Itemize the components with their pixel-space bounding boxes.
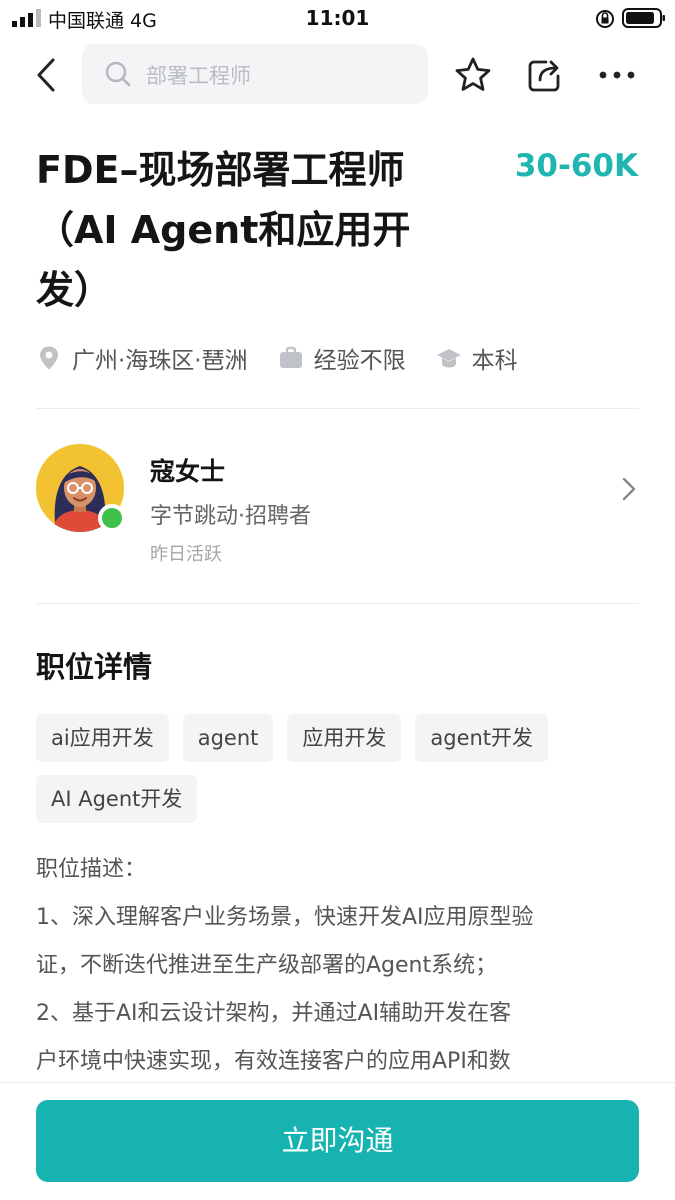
- section-title-job-details: 职位详情: [36, 650, 153, 684]
- experience: 经验不限: [278, 341, 406, 375]
- education-label: 本科: [471, 348, 518, 374]
- favorite-button[interactable]: [452, 54, 494, 96]
- search-placeholder: 部署工程师: [146, 64, 251, 88]
- search-input[interactable]: 部署工程师: [82, 44, 428, 104]
- job-description: 职位描述： 1、深入理解客户业务场景，快速开发AI应用原型验 证，不断迭代推进至…: [36, 846, 642, 1086]
- recruiter-name: 寇女士: [150, 457, 226, 486]
- nav-bar: 部署工程师: [0, 38, 675, 112]
- more-icon: [599, 71, 635, 79]
- briefcase-icon: [279, 346, 302, 368]
- job-meta: 广州·海珠区·琶洲 经验不限 本科: [36, 338, 548, 378]
- skill-tag[interactable]: agent: [182, 714, 274, 762]
- description-line: 户环境中快速实现，有效连接客户的应用API和数: [36, 1049, 511, 1074]
- divider: [36, 603, 639, 604]
- rotation-lock-icon: [596, 10, 614, 28]
- skill-tag[interactable]: agent开发: [415, 714, 549, 762]
- status-bar: 中国联通 4G 11:01: [0, 0, 675, 38]
- online-status-dot: [98, 504, 126, 532]
- description-line: 职位描述：: [36, 857, 147, 882]
- skill-tag[interactable]: 应用开发: [287, 714, 402, 762]
- search-icon: [105, 61, 131, 87]
- recruiter-card[interactable]: 寇女士 字节跳动·招聘者 昨日活跃: [36, 440, 639, 570]
- share-icon: [528, 60, 560, 92]
- bottom-action-bar: 立即沟通: [0, 1082, 675, 1200]
- share-button[interactable]: [524, 54, 566, 96]
- status-time: 11:01: [305, 6, 370, 30]
- graduation-cap-icon: [436, 349, 461, 368]
- back-button[interactable]: [28, 52, 64, 98]
- divider: [36, 408, 639, 409]
- skill-tags: ai应用开发 agent 应用开发 agent开发 AI Agent开发: [36, 714, 639, 836]
- experience-label: 经验不限: [313, 348, 406, 374]
- location: 广州·海珠区·琶洲: [36, 341, 248, 375]
- more-button[interactable]: [596, 54, 638, 96]
- recruiter-activity: 昨日活跃: [150, 544, 222, 565]
- job-title: FDE–现场部署工程师（AI Agent和应用开发）: [36, 148, 411, 312]
- skill-tag[interactable]: ai应用开发: [36, 714, 169, 762]
- star-icon: [455, 57, 491, 91]
- recruiter-company: 字节跳动·招聘者: [150, 504, 311, 529]
- location-pin-icon: [40, 346, 58, 370]
- battery-icon: [622, 8, 665, 28]
- description-line: 证，不断迭代推进至生产级部署的Agent系统；: [36, 953, 498, 978]
- skill-tag[interactable]: AI Agent开发: [36, 775, 198, 823]
- education: 本科: [436, 341, 518, 375]
- chat-now-button[interactable]: 立即沟通: [36, 1100, 639, 1182]
- location-label: 广州·海珠区·琶洲: [72, 348, 248, 374]
- salary-range: 30-60K: [514, 148, 638, 184]
- back-icon: [37, 58, 55, 92]
- description-line: 2、基于AI和云设计架构，并通过AI辅助开发在客: [36, 1001, 512, 1026]
- description-line: 1、深入理解客户业务场景，快速开发AI应用原型验: [36, 905, 534, 930]
- chevron-right-icon: [622, 477, 636, 501]
